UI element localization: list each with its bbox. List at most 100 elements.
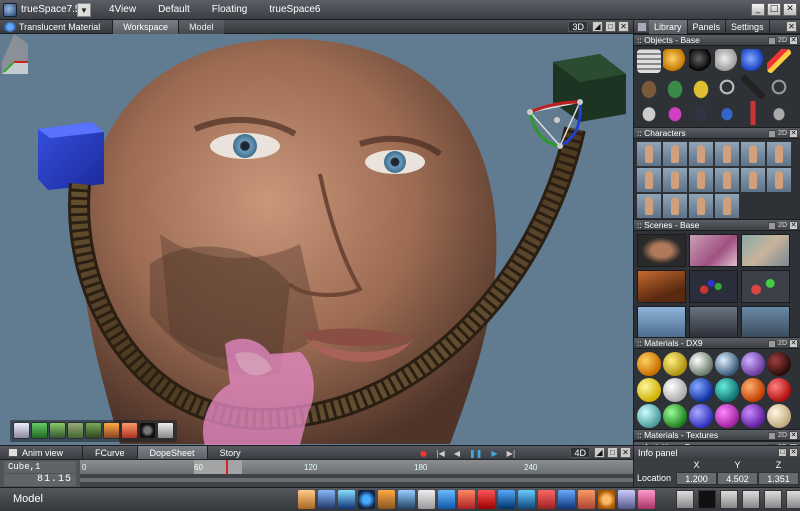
cube-icon[interactable] [31,422,48,439]
paint-icon[interactable] [103,422,120,439]
camera-icon[interactable] [720,490,738,509]
character-thumb[interactable] [637,168,661,192]
scene-thumb[interactable] [689,234,738,267]
tab-fcurve[interactable]: FCurve [82,445,137,460]
object-thumb[interactable] [741,101,765,125]
record-icon[interactable]: ● [420,449,427,458]
material-ball[interactable] [741,352,765,376]
scene-thumb[interactable] [741,306,790,339]
character-thumb[interactable] [689,142,713,166]
maximize-anim-button[interactable]: □ [607,447,618,458]
orbit-icon[interactable] [358,490,375,509]
material-ball[interactable] [637,352,661,376]
plane-icon[interactable] [49,422,66,439]
section-characters[interactable]: :: Characters 2D ✕ [634,127,800,139]
anim-view-mode-badge[interactable]: 4D [570,447,590,458]
axis-y-icon[interactable] [498,490,515,509]
object-thumb[interactable] [715,75,739,99]
layout-tab-4view[interactable]: 4View [109,4,136,15]
character-thumb[interactable] [689,194,713,218]
view-tag[interactable]: 2D [778,130,787,137]
axis-move-icon[interactable] [458,490,475,509]
tab-workspace[interactable]: Workspace [112,19,179,34]
scene-thumb[interactable] [741,234,790,267]
axis-x-icon[interactable] [478,490,495,509]
material-ball[interactable] [637,378,661,402]
material-ball[interactable] [741,378,765,402]
grid-icon[interactable] [676,490,694,509]
object-thumb[interactable] [689,75,713,99]
layout-tab-floating[interactable]: Floating [212,4,248,15]
material-ball[interactable] [767,404,791,428]
material-ball[interactable] [637,404,661,428]
character-thumb[interactable] [715,142,739,166]
scene-thumb[interactable] [637,234,686,267]
object-thumb[interactable] [715,101,739,125]
tab-story[interactable]: Story [206,445,253,460]
face-icon[interactable] [418,490,435,509]
character-icon[interactable] [67,422,84,439]
material-ball[interactable] [767,352,791,376]
cube-view-icon[interactable] [398,490,415,509]
object-thumb[interactable] [689,101,713,125]
close-library-button[interactable]: ✕ [786,21,797,32]
arrow-move-icon[interactable] [438,490,455,509]
object-thumb[interactable] [663,101,687,125]
view-mode-badge[interactable]: 3D [568,21,588,32]
multi-axis-icon[interactable] [578,490,595,509]
maximize-button[interactable]: □ [767,3,781,16]
view-tag[interactable]: 2D [778,432,787,439]
object-thumb[interactable] [767,101,791,125]
material-ball[interactable] [689,404,713,428]
console-icon[interactable] [698,490,716,509]
close-section-icon[interactable]: ✕ [789,339,798,348]
close-section-icon[interactable]: ✕ [789,431,798,440]
timeline-ruler[interactable]: 0 60 120 180 240 [80,460,633,474]
brush-icon[interactable] [121,422,138,439]
character-thumb[interactable] [741,142,765,166]
pause-icon[interactable]: ❚❚ [469,449,482,458]
tab-library[interactable]: Library [649,19,688,34]
monitor-icon[interactable] [742,490,760,509]
character-thumb[interactable] [767,168,791,192]
scene-thumb[interactable] [637,306,686,339]
minimize-button[interactable]: _ [751,3,765,16]
scene-thumb[interactable] [637,270,686,303]
select-arrow-icon[interactable] [13,422,30,439]
collapse-icon[interactable] [768,221,777,230]
layout-tab-truespace6[interactable]: trueSpace6 [269,4,320,15]
material-ball[interactable] [767,378,791,402]
object-thumb[interactable] [637,49,661,73]
material-ball[interactable] [689,352,713,376]
object-thumb[interactable] [741,75,765,99]
character-thumb[interactable] [715,194,739,218]
scene-thumb[interactable] [689,306,738,339]
character-thumb[interactable] [715,168,739,192]
bucket-icon[interactable] [618,490,635,509]
current-frame-field[interactable]: 81.15 [4,474,76,486]
tire-icon[interactable] [139,422,156,439]
object-thumb[interactable] [767,49,791,73]
expand-viewport-button[interactable]: ◢ [592,21,603,32]
maximize-viewport-button[interactable]: □ [605,21,616,32]
section-textures[interactable]: :: Materials - Textures 2D ✕ [634,429,800,441]
move-icon[interactable] [298,490,315,509]
scroll-icon[interactable] [786,490,800,509]
layout-tab-default[interactable]: Default [158,4,190,15]
scene-thumb[interactable] [689,270,738,303]
close-section-icon[interactable]: ✕ [789,221,798,230]
object-thumb[interactable] [637,101,661,125]
rotate-icon[interactable] [318,490,335,509]
close-viewport-button[interactable]: ✕ [618,21,629,32]
location-z-field[interactable]: 1.351 [758,472,799,485]
step-back-icon[interactable]: ◀ [454,449,460,458]
navigation-cube-icon[interactable] [0,34,28,74]
tab-panels[interactable]: Panels [688,19,727,34]
collapse-icon[interactable] [768,36,777,45]
rotate-axis-icon[interactable] [558,490,575,509]
material-ball[interactable] [663,378,687,402]
object-thumb[interactable] [741,49,765,73]
character-thumb[interactable] [767,142,791,166]
character-thumb[interactable] [741,168,765,192]
close-anim-button[interactable]: ✕ [620,447,631,458]
